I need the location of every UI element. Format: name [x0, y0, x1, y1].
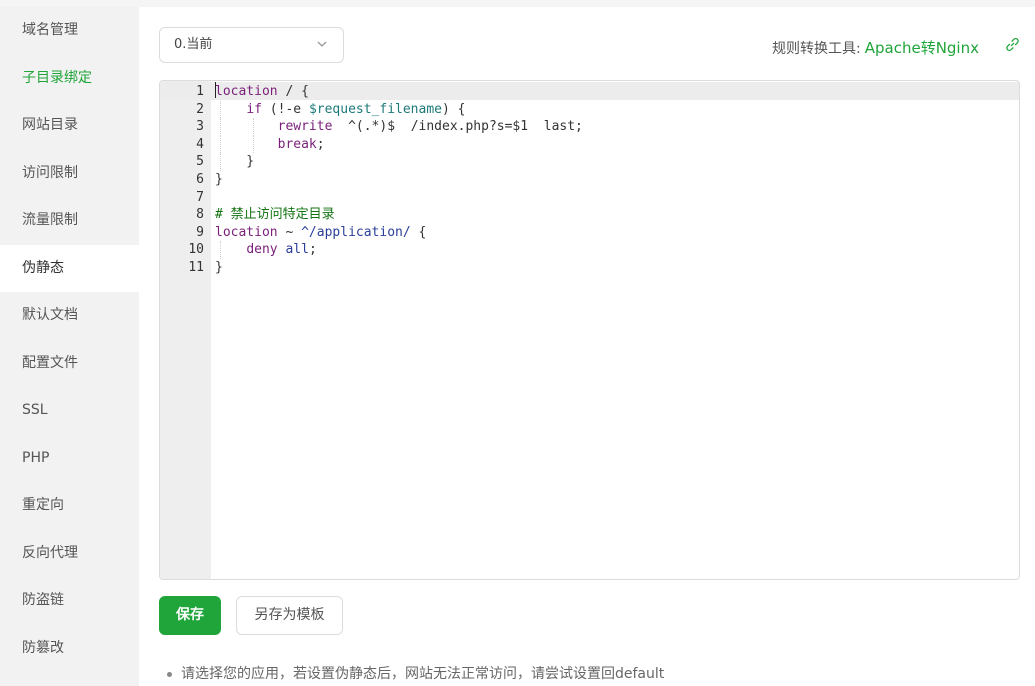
code-line: 3 rewrite ^(.*)$ /index.php?s=$1 last; [160, 118, 1019, 136]
sidebar-item-redirect[interactable]: 重定向 [0, 482, 139, 530]
line-number: 2 [196, 101, 204, 117]
code-line: 11} [160, 259, 1019, 277]
save-as-template-button[interactable]: 另存为模板 [236, 596, 343, 635]
line-number: 9 [196, 224, 204, 240]
code-line: 9 location ~ ^/application/ { [160, 224, 1019, 242]
code-line: 5 } [160, 153, 1019, 171]
bullet-icon [167, 671, 172, 677]
sidebar-item-access-restriction[interactable]: 访问限制 [0, 150, 139, 198]
save-button[interactable]: 保存 [159, 596, 221, 635]
code-line: 2 if (!-e $request_filename) { [160, 100, 1019, 119]
help-tip-text: 请选择您的应用，若设置伪静态后，网站无法正常访问，请尝试设置回default [181, 666, 665, 682]
code-line: 8 # 禁止访问特定目录 [160, 206, 1019, 224]
sidebar-item-config-file[interactable]: 配置文件 [0, 340, 139, 388]
converter-tool-label: 规则转换工具: [772, 41, 861, 57]
apache-to-nginx-link[interactable]: Apache转Nginx [865, 39, 979, 57]
external-link-icon[interactable] [1005, 37, 1020, 52]
line-number: 5 [196, 154, 204, 170]
rewrite-code-editor[interactable]: 1 location / { 2 if (!-e $request_filenam… [159, 80, 1020, 580]
line-number: 7 [196, 189, 204, 205]
sidebar-item-ssl[interactable]: SSL [0, 387, 139, 435]
help-tip: 请选择您的应用，若设置伪静态后，网站无法正常访问，请尝试设置回default [167, 663, 664, 683]
code-line: 10 deny all; [160, 241, 1019, 259]
sidebar-item-domain-management[interactable]: 域名管理 [0, 7, 139, 55]
line-number: 11 [188, 259, 204, 275]
code-line: 7 [160, 189, 1019, 207]
sidebar-item-subdirectory-binding[interactable]: 子目录绑定 [0, 55, 139, 103]
sidebar-item-default-document[interactable]: 默认文档 [0, 292, 139, 340]
code-line: 6} [160, 171, 1019, 189]
line-number: 8 [196, 207, 204, 223]
sidebar-nav: 域名管理 子目录绑定 网站目录 访问限制 流量限制 伪静态 默认文档 配置文件 … [0, 7, 139, 686]
line-number: 3 [196, 119, 204, 135]
converter-tool: 规则转换工具: Apache转Nginx [772, 37, 979, 58]
sidebar-item-tamper-protection[interactable]: 防篡改 [0, 625, 139, 673]
code-line: 4 break; [160, 135, 1019, 154]
line-number: 4 [196, 136, 204, 152]
sidebar-item-pseudo-static[interactable]: 伪静态 [0, 244, 139, 292]
editor-code: 1 location / { 2 if (!-e $request_filenam… [160, 83, 1019, 277]
sidebar-item-php[interactable]: PHP [0, 435, 139, 483]
top-strip [0, 0, 1035, 7]
line-number: 10 [188, 242, 204, 258]
code-line: 1 location / { [160, 83, 1019, 101]
line-number: 1 [196, 84, 204, 99]
chevron-down-icon [317, 41, 327, 47]
sidebar-item-traffic-limit[interactable]: 流量限制 [0, 197, 139, 245]
sidebar-item-reverse-proxy[interactable]: 反向代理 [0, 530, 139, 578]
rewrite-template-select[interactable]: 0.当前 [159, 27, 344, 63]
sidebar-item-site-directory[interactable]: 网站目录 [0, 102, 139, 150]
main-panel: 0.当前 规则转换工具: Apache转Nginx 1 location / { 2… [139, 7, 1035, 686]
sidebar-item-hotlink-protection[interactable]: 防盗链 [0, 577, 139, 625]
rewrite-template-select-value: 0.当前 [174, 37, 213, 52]
line-number: 6 [196, 171, 204, 187]
